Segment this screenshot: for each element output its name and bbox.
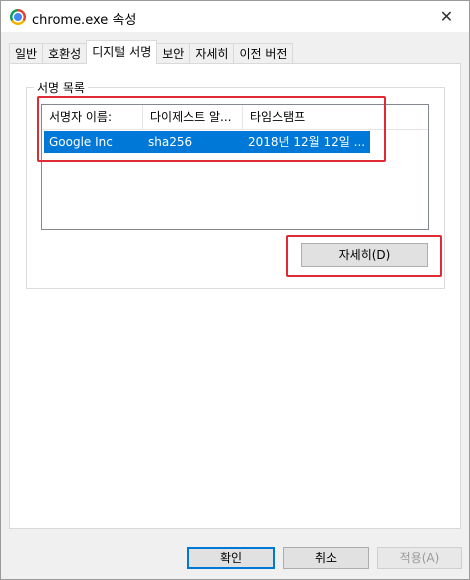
apply-button: 적용(A) (377, 547, 462, 569)
ok-button[interactable]: 확인 (187, 547, 275, 569)
cancel-button[interactable]: 취소 (283, 547, 369, 569)
column-header-digest[interactable]: 다이제스트 알... (143, 105, 243, 129)
tab-strip: 일반 호환성 디지털 서명 보안 자세히 이전 버전 (9, 40, 294, 64)
tab-previous-versions[interactable]: 이전 버전 (233, 43, 294, 64)
tab-details[interactable]: 자세히 (189, 43, 235, 64)
tab-security[interactable]: 보안 (156, 43, 191, 64)
signer-name: Google Inc (49, 135, 113, 149)
tab-general[interactable]: 일반 (9, 43, 44, 64)
tab-compatibility[interactable]: 호환성 (42, 43, 88, 64)
list-item[interactable]: Google Inc sha256 2018년 12월 12일 ... (44, 131, 370, 153)
details-button[interactable]: 자세히(D) (301, 243, 428, 267)
list-header: 서명자 이름: 다이제스트 알... 타임스탬프 (42, 105, 428, 130)
tab-digital-signatures[interactable]: 디지털 서명 (86, 40, 158, 64)
window-title: chrome.exe 속성 (32, 13, 137, 28)
close-icon[interactable]: ✕ (424, 1, 469, 31)
signature-list-label: 서명 목록 (34, 79, 88, 96)
column-header-timestamp[interactable]: 타임스탬프 (243, 105, 428, 129)
chrome-icon (10, 9, 26, 25)
signature-list[interactable]: 서명자 이름: 다이제스트 알... 타임스탬프 Google Inc sha2… (41, 104, 429, 230)
column-header-signer[interactable]: 서명자 이름: (42, 105, 143, 129)
title-bar[interactable]: chrome.exe 속성 ✕ (1, 1, 469, 32)
digest-algorithm: sha256 (148, 135, 193, 149)
timestamp: 2018년 12월 12일 ... (248, 135, 366, 149)
